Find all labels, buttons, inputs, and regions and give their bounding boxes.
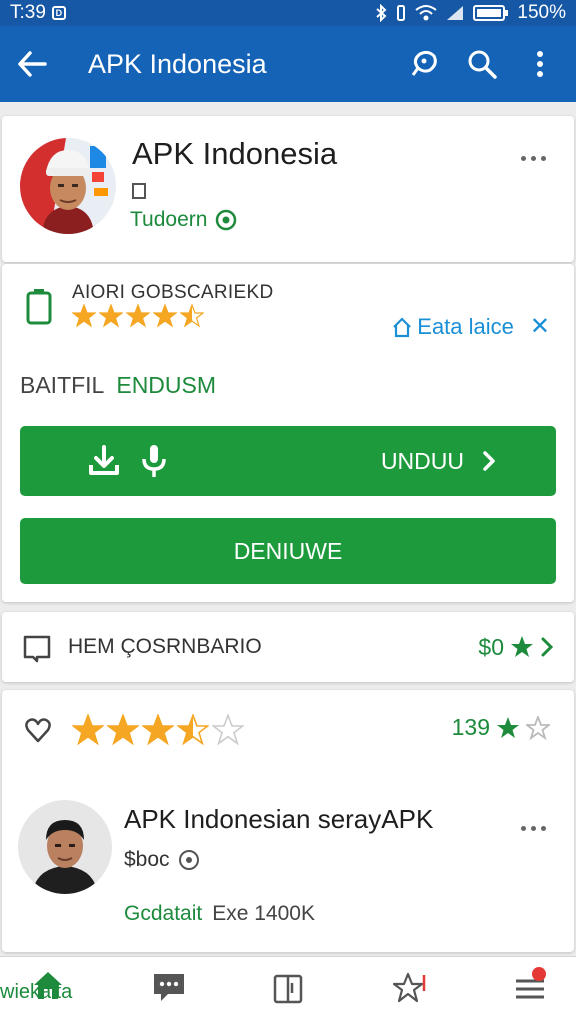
info-circle-icon (178, 850, 199, 870)
chevron-right-icon (483, 451, 495, 471)
star-outline-icon (526, 715, 550, 740)
review-card: 139 APK Indonesian serayAPK $boc Gcdatai… (2, 690, 574, 952)
star-half-icon (180, 304, 204, 328)
bottom-navigation: wiekalta (0, 956, 576, 1024)
book-icon (273, 974, 303, 1004)
info-key: BAITFIL (20, 372, 105, 398)
info-row: BAITFIL ENDUSM (20, 372, 216, 399)
battery-percent: 150% (517, 2, 566, 23)
review-count-group: 139 (452, 714, 550, 741)
star-filled-icon (72, 304, 96, 328)
review-meta-secondary: Exe 1400K (212, 902, 315, 925)
secondary-action-label: DENIUWE (233, 537, 343, 564)
review-title: APK Indonesian serayAPK (124, 804, 434, 834)
reviewer-avatar[interactable] (18, 800, 112, 894)
nav-favorites[interactable] (392, 971, 432, 1005)
review-meta: Gcdatait Exe 1400K (124, 902, 315, 926)
download-button-label-group: UNDUU (381, 448, 496, 475)
app-star-rating (72, 304, 204, 328)
status-time: T:39 (10, 2, 46, 23)
status-bar: T:39 D 150% (0, 0, 576, 26)
device-icon (26, 289, 52, 325)
developer-avatar-image (20, 138, 116, 234)
nav-messages[interactable] (152, 971, 186, 1003)
star-filled-icon (72, 714, 104, 746)
developer-subtitle-row: Tudoern (130, 208, 237, 232)
vibrate-icon (397, 5, 406, 21)
stats-label: AIORI GOBSCARIEKD (72, 282, 274, 303)
nav-library[interactable] (272, 971, 304, 1005)
info-circle-icon (216, 209, 237, 231)
review-rating-row (24, 714, 244, 746)
developer-more-button[interactable] (521, 156, 546, 161)
share-button[interactable] (404, 44, 444, 84)
download-button[interactable]: UNDUU (20, 426, 556, 496)
star-icon (511, 636, 533, 657)
comment-row-label: HEM ÇOSRNBARIO (68, 635, 262, 658)
search-button[interactable] (462, 44, 502, 84)
secondary-action-button[interactable]: DENIUWE (20, 518, 556, 584)
developer-subtitle: Tudoern (130, 208, 208, 231)
comment-row-value: $0 (478, 633, 504, 660)
status-icons: 150% (375, 2, 566, 24)
battery-icon (473, 5, 509, 21)
notification-badge (532, 967, 546, 981)
app-bar-title: APK Indonesia (88, 48, 267, 79)
home-outline-icon (393, 316, 412, 337)
comment-row[interactable]: HEM ÇOSRNBARIO $0 (2, 612, 574, 682)
reviewer-avatar-image (18, 800, 112, 894)
star-filled-icon (107, 714, 139, 746)
chevron-right-icon (541, 637, 554, 657)
info-value: ENDUSM (116, 372, 217, 398)
review-count: 139 (451, 714, 490, 740)
bluetooth-icon (376, 4, 387, 22)
back-arrow-icon (18, 51, 47, 77)
search-icon (468, 50, 497, 79)
nav-home-label: wiekalta (0, 981, 73, 1003)
overflow-menu-button[interactable] (520, 44, 560, 84)
status-time-group: T:39 D (10, 2, 66, 24)
install-card: AIORI GOBSCARIEKD Eata laice ✕ BAITFIL E… (2, 264, 574, 602)
star-filled-icon (153, 304, 177, 328)
star-filled-icon (99, 304, 123, 328)
download-button-label: UNDUU (380, 447, 464, 474)
chat-icon (154, 974, 184, 1001)
feature-link-label: Eata laice (417, 313, 514, 339)
notification-icon: D (51, 6, 66, 20)
nav-menu[interactable] (514, 967, 546, 1001)
comment-row-value-group: $0 (478, 634, 554, 661)
star-empty-icon (212, 714, 244, 746)
review-meta-primary: Gcdatait (124, 902, 203, 925)
star-filled-icon (126, 304, 150, 328)
heart-icon[interactable] (24, 717, 52, 743)
review-star-rating (72, 714, 244, 746)
comment-icon (23, 635, 51, 663)
review-subtitle-row: $boc (124, 848, 200, 872)
back-button[interactable] (0, 26, 64, 102)
star-person-icon (392, 972, 426, 1003)
wifi-icon (415, 5, 438, 21)
download-button-icons (86, 443, 168, 479)
star-half-icon (177, 714, 209, 746)
star-filled-icon (142, 714, 174, 746)
review-more-button[interactable] (521, 826, 546, 831)
developer-avatar[interactable] (20, 138, 116, 234)
share-icon (411, 50, 437, 76)
microphone-icon (142, 445, 166, 477)
developer-name: APK Indonesia (132, 136, 338, 171)
developer-badge-icon (132, 183, 146, 199)
signal-icon (447, 6, 464, 20)
feature-link[interactable]: Eata laice ✕ (391, 312, 550, 341)
more-vert-icon (537, 51, 543, 77)
star-icon (497, 716, 519, 738)
nav-home[interactable]: wiekalta (0, 972, 72, 1003)
app-bar-actions (404, 44, 576, 84)
download-icon (89, 445, 119, 475)
review-subtitle: $boc (124, 848, 170, 871)
app-bar: APK Indonesia (0, 26, 576, 102)
close-icon[interactable]: ✕ (530, 312, 550, 341)
